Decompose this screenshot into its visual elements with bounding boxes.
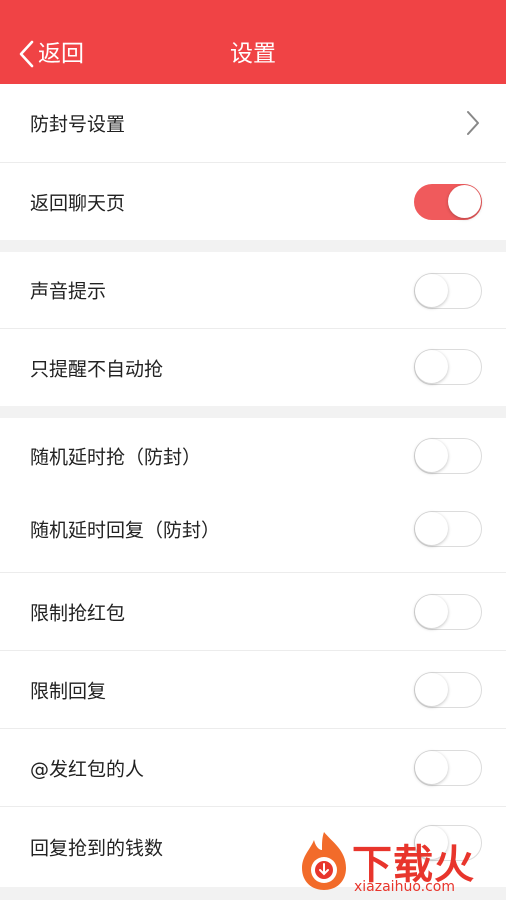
row-limit-grab: 限制抢红包	[0, 573, 506, 650]
toggle-switch[interactable]	[414, 438, 482, 474]
row-return-chat-page: 返回聊天页	[0, 163, 506, 240]
toggle-switch[interactable]	[414, 750, 482, 786]
toggle-knob	[415, 512, 448, 545]
row-label: 返回聊天页	[30, 192, 126, 214]
row-remind-only: 只提醒不自动抢	[0, 329, 506, 406]
toggle-knob	[415, 350, 448, 383]
toggle-knob	[415, 274, 448, 307]
row-label: 随机延时回复（防封）	[30, 519, 221, 542]
flame-logo-icon	[302, 832, 346, 890]
toggle-knob	[448, 185, 481, 218]
row-label: 随机延时抢（防封）	[30, 446, 202, 469]
row-label: 声音提示	[30, 280, 107, 303]
row-label: 防封号设置	[30, 113, 126, 136]
row-label: @发红包的人	[30, 758, 145, 780]
row-label: 限制回复	[30, 680, 107, 702]
watermark-url: xiazaihuo.com	[354, 879, 455, 895]
top-bar: 返回 设置	[0, 0, 506, 84]
toggle-knob	[415, 439, 448, 472]
row-random-delay-group: 随机延时抢（防封） 随机延时回复（防封）	[0, 418, 506, 572]
toggle-switch[interactable]	[414, 184, 482, 220]
row-label: 限制抢红包	[30, 602, 126, 624]
toggle-switch[interactable]	[414, 511, 482, 547]
row-label: 回复抢到的钱数	[30, 837, 164, 860]
row-mention-sender: @发红包的人	[0, 729, 506, 806]
toggle-knob	[415, 595, 448, 628]
row-sound-alert: 声音提示	[0, 252, 506, 328]
toggle-switch[interactable]	[414, 594, 482, 630]
row-label: 只提醒不自动抢	[30, 358, 164, 380]
chevron-right-icon	[467, 111, 479, 135]
row-anti-ban-settings[interactable]: 防封号设置	[0, 84, 506, 162]
toggle-knob	[415, 751, 448, 784]
row-limit-reply: 限制回复	[0, 651, 506, 728]
page-title: 设置	[230, 41, 276, 67]
watermark: 下载火 xiazaihuo.com	[298, 826, 506, 900]
toggle-knob	[415, 673, 448, 706]
toggle-switch[interactable]	[414, 349, 482, 385]
toggle-switch[interactable]	[414, 672, 482, 708]
toggle-switch[interactable]	[414, 273, 482, 309]
